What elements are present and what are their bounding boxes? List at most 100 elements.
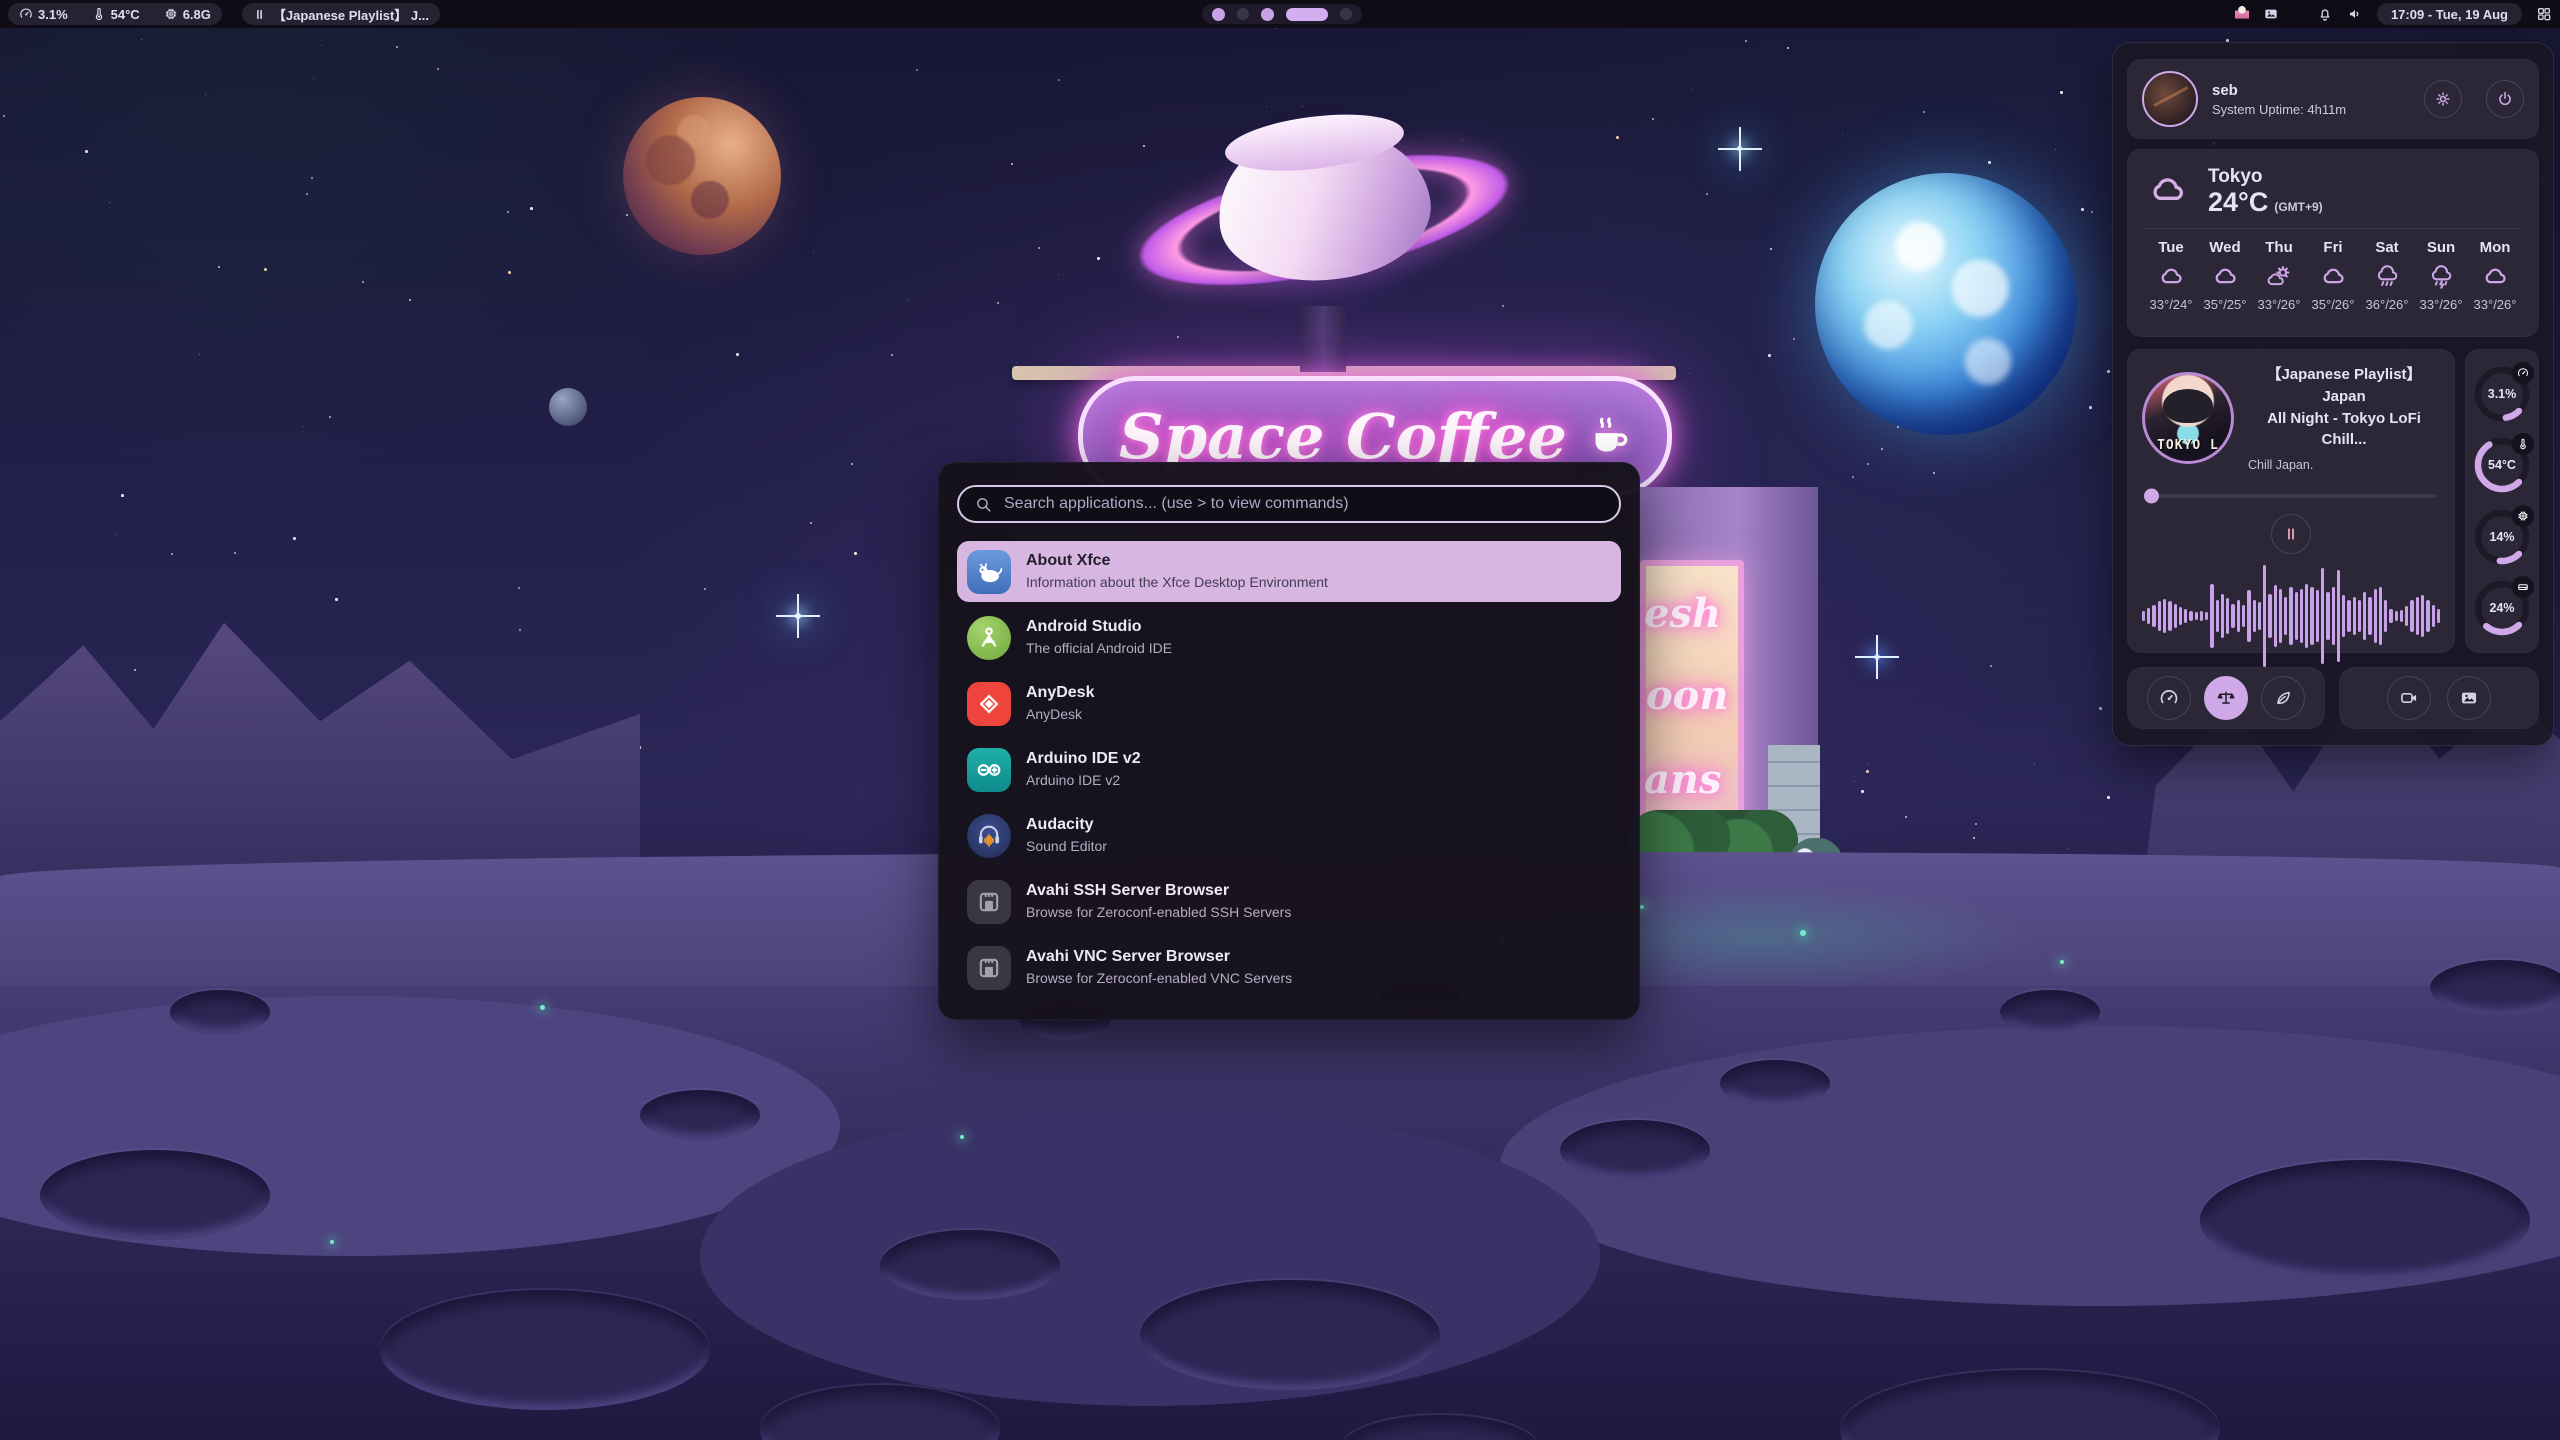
neon-fragment: oon bbox=[1646, 672, 1728, 719]
cpu-gauge: 3.1% bbox=[2474, 366, 2530, 422]
performance-profile-button[interactable] bbox=[2147, 676, 2191, 720]
capture-tools-card bbox=[2339, 667, 2539, 729]
app-title: Avahi SSH Server Browser bbox=[1026, 881, 1291, 901]
app-row-anydesk[interactable]: AnyDesk AnyDesk bbox=[957, 673, 1621, 734]
network-jack-icon bbox=[967, 946, 1011, 990]
sidebar-panel: seb System Uptime: 4h11m Tokyo 24°C(GMT+… bbox=[2112, 42, 2554, 746]
top-bar-tray: 17:09 - Tue, 19 Aug bbox=[2235, 0, 2552, 28]
screenshot-button[interactable] bbox=[2447, 676, 2491, 720]
now-playing-pill[interactable]: 【Japanese Playlist】 J... bbox=[242, 3, 440, 25]
notifications-bell-icon[interactable] bbox=[2317, 6, 2333, 22]
album-art: TOKYO L bbox=[2142, 372, 2234, 464]
audacity-icon bbox=[967, 814, 1011, 858]
star-flare bbox=[1874, 654, 1880, 660]
now-playing-text: 【Japanese Playlist】 J... bbox=[273, 5, 429, 24]
app-description: Information about the Xfce Desktop Envir… bbox=[1026, 573, 1328, 591]
desktop: Space Coffee esh oon ans bbox=[0, 0, 2560, 1440]
weather-icon bbox=[2266, 263, 2293, 290]
forecast-day: Sun 33°/26° bbox=[2416, 239, 2466, 312]
scales-icon bbox=[2216, 688, 2236, 708]
app-list: About Xfce Information about the Xfce De… bbox=[957, 541, 1621, 998]
track-progress-bar[interactable] bbox=[2146, 494, 2436, 498]
workspace-dot-empty[interactable] bbox=[1340, 8, 1352, 20]
track-title-line1: 【Japanese Playlist】 Japan bbox=[2248, 364, 2440, 408]
app-title: Arduino IDE v2 bbox=[1026, 749, 1141, 769]
disk-gauge: 24% bbox=[2474, 580, 2530, 636]
temperature-stat: 54°C bbox=[92, 7, 140, 22]
network-jack-icon bbox=[967, 880, 1011, 924]
app-title: Audacity bbox=[1026, 815, 1107, 835]
earth-planet bbox=[1815, 173, 2077, 435]
workspace-dot-occupied[interactable] bbox=[1212, 8, 1225, 21]
powersave-profile-button[interactable] bbox=[2261, 676, 2305, 720]
pixel-pet-tray-icon[interactable] bbox=[2235, 6, 2249, 22]
memory-gauge: 14% bbox=[2474, 509, 2530, 565]
power-profile-card bbox=[2127, 667, 2325, 729]
app-row-arduino[interactable]: Arduino IDE v2 Arduino IDE v2 bbox=[957, 739, 1621, 800]
wallpaper-image-icon[interactable] bbox=[2263, 6, 2279, 22]
workspace-dot-active[interactable] bbox=[1286, 8, 1328, 21]
user-card: seb System Uptime: 4h11m bbox=[2127, 59, 2539, 139]
app-title: AnyDesk bbox=[1026, 683, 1094, 703]
app-description: Browse for Zeroconf-enabled SSH Servers bbox=[1026, 903, 1291, 921]
app-row-audacity[interactable]: Audacity Sound Editor bbox=[957, 805, 1621, 866]
workspace-indicator[interactable] bbox=[1202, 4, 1362, 24]
launcher-search[interactable] bbox=[957, 485, 1621, 523]
neon-fragment: esh bbox=[1644, 590, 1721, 637]
weather-icon bbox=[2212, 263, 2239, 290]
search-input[interactable] bbox=[1002, 494, 1603, 514]
cloud-icon bbox=[2144, 170, 2192, 210]
weather-icon bbox=[2482, 263, 2509, 290]
weather-icon bbox=[2158, 263, 2185, 290]
app-row-android-studio[interactable]: Android Studio The official Android IDE bbox=[957, 607, 1621, 668]
speedometer-icon bbox=[19, 7, 33, 21]
anydesk-icon bbox=[967, 682, 1011, 726]
brown-planet bbox=[623, 97, 781, 255]
workspace-dot-occupied[interactable] bbox=[1261, 8, 1274, 21]
speedometer-icon bbox=[2159, 688, 2179, 708]
app-row-avahi-vnc[interactable]: Avahi VNC Server Browser Browse for Zero… bbox=[957, 937, 1621, 998]
weather-icon bbox=[2320, 263, 2347, 290]
weather-icon bbox=[2428, 263, 2455, 290]
weather-temp: 24°C bbox=[2208, 187, 2268, 217]
arduino-icon bbox=[967, 748, 1011, 792]
avatar bbox=[2142, 71, 2198, 127]
forecast-day: Sat 36°/26° bbox=[2362, 239, 2412, 312]
speedometer-icon bbox=[2512, 362, 2534, 384]
progress-handle[interactable] bbox=[2144, 489, 2159, 504]
track-title-line2: All Night - Tokyo LoFi Chill... bbox=[2248, 408, 2440, 452]
power-button[interactable] bbox=[2486, 80, 2524, 118]
system-gauges-card: 3.1% 54°C 14% 24% bbox=[2465, 349, 2539, 653]
music-player-card: TOKYO L 【Japanese Playlist】 Japan All Ni… bbox=[2127, 349, 2455, 653]
app-title: About Xfce bbox=[1026, 551, 1328, 571]
star-flare bbox=[795, 613, 801, 619]
thermometer-icon bbox=[2512, 433, 2534, 455]
clock[interactable]: 17:09 - Tue, 19 Aug bbox=[2377, 3, 2522, 25]
forecast-day: Tue 33°/24° bbox=[2146, 239, 2196, 312]
sign-pole bbox=[1300, 306, 1346, 372]
workspace-dot-empty[interactable] bbox=[1237, 8, 1249, 20]
chip-icon bbox=[2512, 505, 2534, 527]
screen-record-button[interactable] bbox=[2387, 676, 2431, 720]
album-art-text: TOKYO L bbox=[2145, 438, 2231, 453]
system-stats-pill[interactable]: 3.1% 54°C 6.8G bbox=[8, 3, 222, 25]
balanced-profile-button[interactable] bbox=[2204, 676, 2248, 720]
memory-stat: 6.8G bbox=[164, 7, 211, 22]
volume-speaker-icon[interactable] bbox=[2347, 6, 2363, 22]
audio-visualizer bbox=[2142, 564, 2440, 668]
app-row-avahi-ssh[interactable]: Avahi SSH Server Browser Browse for Zero… bbox=[957, 871, 1621, 932]
app-title: Avahi VNC Server Browser bbox=[1026, 947, 1292, 967]
system-uptime: System Uptime: 4h11m bbox=[2212, 102, 2410, 117]
track-subtitle: Chill Japan. bbox=[2248, 458, 2440, 472]
app-grid-icon[interactable] bbox=[2536, 6, 2552, 22]
app-description: The official Android IDE bbox=[1026, 639, 1172, 657]
app-row-about-xfce[interactable]: About Xfce Information about the Xfce De… bbox=[957, 541, 1621, 602]
settings-button[interactable] bbox=[2424, 80, 2462, 118]
forecast-day: Thu 33°/26° bbox=[2254, 239, 2304, 312]
play-pause-button[interactable] bbox=[2271, 514, 2311, 554]
xfce-mouse-icon bbox=[967, 550, 1011, 594]
steaming-cup-icon bbox=[1585, 413, 1631, 459]
weather-timezone: (GMT+9) bbox=[2274, 200, 2322, 214]
app-launcher: About Xfce Information about the Xfce De… bbox=[938, 462, 1640, 1020]
forecast-day: Wed 35°/25° bbox=[2200, 239, 2250, 312]
